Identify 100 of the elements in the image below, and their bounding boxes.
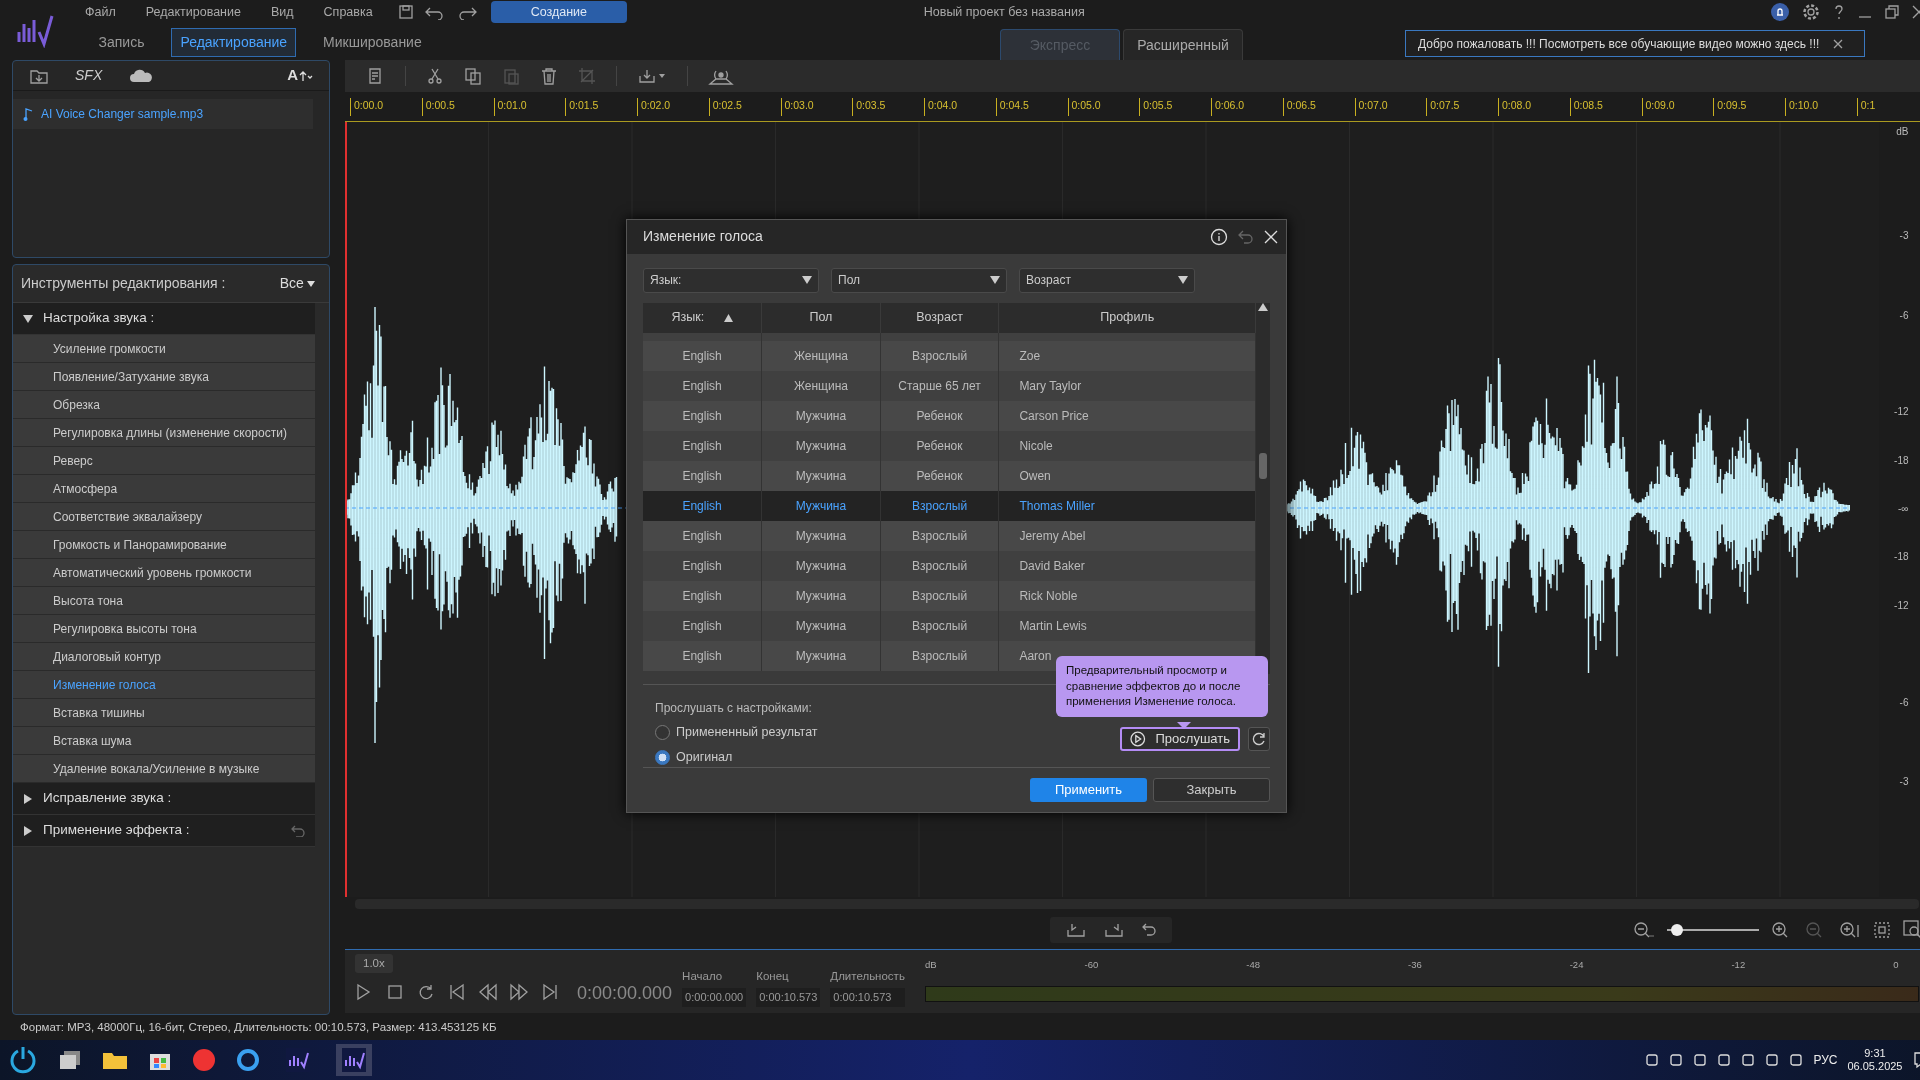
table-cell[interactable]: David Baker: [998, 550, 1256, 581]
column-header[interactable]: Язык:: [643, 302, 762, 333]
slider-thumb[interactable]: [1670, 924, 1683, 936]
copy-icon[interactable]: [464, 67, 482, 85]
column-header[interactable]: Профиль: [998, 302, 1256, 333]
table-cell[interactable]: English: [643, 340, 762, 371]
table-cell[interactable]: Martin Lewis: [998, 610, 1256, 641]
tool-item[interactable]: Обрезка: [13, 391, 315, 419]
radio-option[interactable]: Оригинал: [655, 747, 733, 767]
tool-item[interactable]: Удаление вокала/Усиление в музыке: [13, 755, 315, 783]
filter-dropdown[interactable]: Возраст: [1019, 267, 1195, 293]
table-cell[interactable]: Мужчина: [761, 610, 881, 641]
tool-item[interactable]: Атмосфера: [13, 475, 315, 503]
tray-icon[interactable]: [1717, 1053, 1732, 1067]
table-cell[interactable]: English: [643, 580, 762, 611]
mode-tab[interactable]: Запись: [89, 27, 154, 57]
create-button[interactable]: Создание: [490, 0, 628, 24]
skip-end-icon[interactable]: [541, 983, 559, 1002]
table-cell[interactable]: Мужчина: [761, 490, 881, 521]
table-cell[interactable]: Мужчина: [761, 430, 881, 461]
table-cell[interactable]: Thomas Miller: [998, 490, 1256, 521]
marker-in-icon[interactable]: [1066, 922, 1086, 938]
stop-icon[interactable]: [386, 983, 404, 1002]
menu-item[interactable]: Файл: [70, 2, 131, 22]
help-icon[interactable]: [1832, 3, 1845, 21]
skip-start-icon[interactable]: [448, 983, 466, 1002]
save-icon[interactable]: [397, 4, 414, 20]
table-cell[interactable]: Ребенок: [880, 430, 999, 461]
table-cell[interactable]: Jeremy Abel: [998, 520, 1256, 551]
tool-item[interactable]: Громкость и Панорамирование: [13, 531, 315, 559]
loop-icon[interactable]: [417, 983, 435, 1002]
undo-icon[interactable]: [1142, 923, 1156, 937]
rewind-icon[interactable]: [479, 983, 497, 1002]
info-icon[interactable]: [1210, 227, 1228, 246]
vertical-scrollbar[interactable]: [1256, 302, 1270, 674]
table-cell[interactable]: Мужчина: [761, 400, 881, 431]
table-cell[interactable]: English: [643, 610, 762, 641]
section-header[interactable]: Применение эффекта :: [13, 815, 315, 847]
filter-dropdown[interactable]: Язык:: [643, 267, 819, 293]
tool-item[interactable]: Диалоговый контур: [13, 643, 315, 671]
bell-icon[interactable]: [1770, 3, 1789, 21]
table-cell[interactable]: Мужчина: [761, 460, 881, 491]
zoom-out-icon[interactable]: [1632, 921, 1655, 939]
scissors-icon[interactable]: [426, 67, 444, 85]
apply-button[interactable]: Применить: [1030, 778, 1147, 802]
tool-item[interactable]: Усиление громкости: [13, 335, 315, 363]
reset-icon[interactable]: [291, 824, 305, 837]
close-button[interactable]: Закрыть: [1153, 778, 1270, 802]
filter-dropdown[interactable]: Пол: [831, 267, 1007, 293]
export-icon[interactable]: [637, 67, 667, 85]
tool-item[interactable]: Соответствие эквалайзеру: [13, 503, 315, 531]
table-cell[interactable]: English: [643, 400, 762, 431]
language-indicator[interactable]: РУС: [1813, 1051, 1838, 1069]
section-header[interactable]: Исправление звука :: [13, 783, 315, 815]
table-cell[interactable]: Взрослый: [880, 520, 999, 551]
tool-item[interactable]: Изменение голоса: [13, 671, 315, 699]
preview-button[interactable]: Прослушать: [1120, 727, 1240, 751]
trash-icon[interactable]: [540, 67, 558, 85]
table-cell[interactable]: Nicole: [998, 430, 1256, 461]
menu-item[interactable]: Вид: [255, 2, 309, 22]
table-cell[interactable]: Взрослый: [880, 640, 999, 671]
app-icon[interactable]: [342, 1048, 366, 1072]
sfx-button[interactable]: SFX: [75, 65, 103, 86]
table-cell[interactable]: Mary Taylor: [998, 370, 1256, 401]
mode-tab[interactable]: Микширование: [314, 27, 431, 57]
tray-icon[interactable]: [1693, 1053, 1708, 1067]
menu-item[interactable]: Справка: [308, 2, 388, 22]
radio-option[interactable]: Примененный результат: [655, 723, 818, 742]
time-field[interactable]: 0:00:00.000: [682, 988, 747, 1007]
table-cell[interactable]: Старше 65 лет: [880, 370, 999, 401]
table-cell[interactable]: English: [643, 490, 762, 521]
tray-icon[interactable]: [1645, 1053, 1660, 1067]
tool-item[interactable]: Вставка шума: [13, 727, 315, 755]
table-cell[interactable]: English: [643, 430, 762, 461]
zoom-in-icon[interactable]: [1838, 921, 1861, 939]
table-cell[interactable]: Мужчина: [761, 580, 881, 611]
tool-item[interactable]: Регулировка высоты тона: [13, 615, 315, 643]
font-size-button[interactable]: A: [287, 64, 313, 87]
menu-item[interactable]: Редактирование: [130, 2, 256, 22]
scroll-up-icon[interactable]: [1258, 302, 1268, 311]
clock-date[interactable]: 06.05.2025: [1847, 1060, 1903, 1074]
table-cell[interactable]: Rick Noble: [998, 580, 1256, 611]
restore-icon[interactable]: [1884, 5, 1899, 19]
table-cell[interactable]: Мужчина: [761, 550, 881, 581]
table-cell[interactable]: Zoe: [998, 340, 1256, 371]
table-cell[interactable]: English: [643, 460, 762, 491]
marker-out-icon[interactable]: [1104, 922, 1124, 938]
scrollbar-thumb[interactable]: [1259, 452, 1267, 479]
table-cell[interactable]: Мужчина: [761, 640, 881, 671]
table-cell[interactable]: Carson Price: [998, 400, 1256, 431]
file-item[interactable]: AI Voice Changer sample.mp3: [13, 99, 313, 129]
power-icon[interactable]: [8, 1045, 38, 1075]
tool-item[interactable]: Вставка тишины: [13, 699, 315, 727]
tool-item[interactable]: Высота тона: [13, 587, 315, 615]
tray-icon[interactable]: [1669, 1053, 1684, 1067]
table-cell[interactable]: English: [643, 520, 762, 551]
table-cell[interactable]: Ребенок: [880, 460, 999, 491]
tool-item[interactable]: Реверс: [13, 447, 315, 475]
task-view-icon[interactable]: [58, 1049, 82, 1071]
table-cell[interactable]: Взрослый: [880, 550, 999, 581]
